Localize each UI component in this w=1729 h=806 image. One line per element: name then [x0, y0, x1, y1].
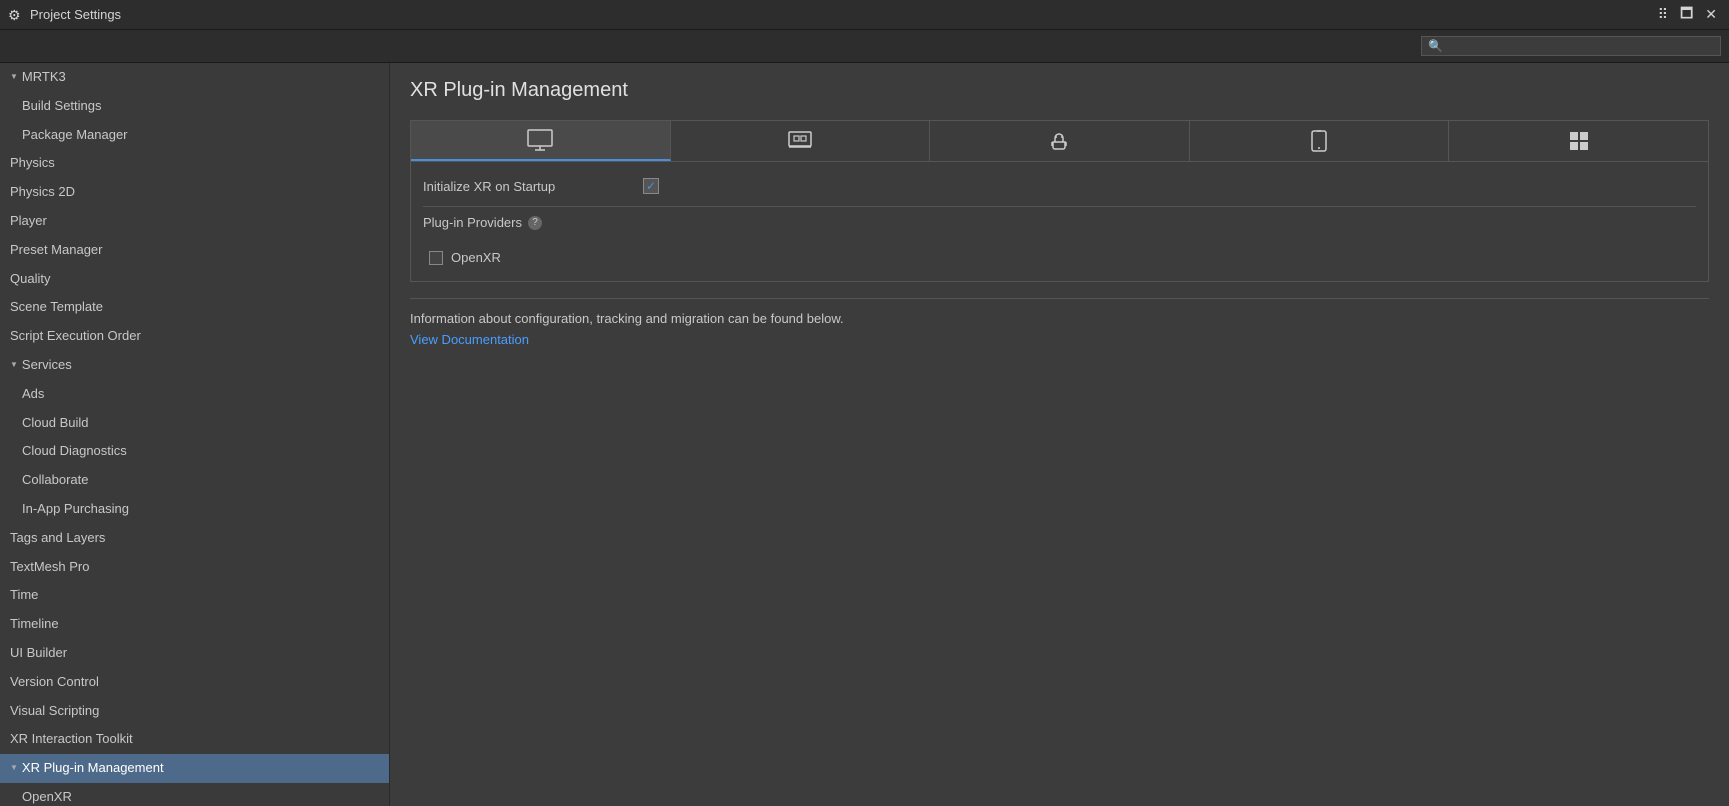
standalone-icon — [786, 130, 814, 152]
menu-btn[interactable]: ⠿ — [1654, 4, 1672, 25]
tab-standalone[interactable] — [671, 121, 931, 161]
sidebar-item-physics[interactable]: Physics — [0, 149, 389, 178]
sidebar-item-in-app-purchasing[interactable]: In-App Purchasing — [0, 495, 389, 524]
gear-icon: ⚙ — [8, 7, 24, 23]
info-text: Information about configuration, trackin… — [410, 311, 1709, 326]
settings-panel: Initialize XR on Startup Plug-in Provide… — [410, 161, 1709, 282]
maximize-btn[interactable]: 🗖 — [1676, 1, 1697, 29]
tab-ios[interactable] — [1190, 121, 1450, 161]
title-bar-controls: ⠿ 🗖 ✕ — [1654, 1, 1721, 29]
sidebar-item-scene-template[interactable]: Scene Template — [0, 293, 389, 322]
sidebar-item-timeline[interactable]: Timeline — [0, 610, 389, 639]
sidebar-item-cloud-diagnostics[interactable]: Cloud Diagnostics — [0, 437, 389, 466]
initialize-xr-row: Initialize XR on Startup — [423, 174, 1696, 198]
sidebar-item-time[interactable]: Time — [0, 581, 389, 610]
search-wrapper: 🔍 — [1421, 36, 1721, 56]
sidebar-item-version-control[interactable]: Version Control — [0, 668, 389, 697]
sidebar-item-textmesh-pro[interactable]: TextMesh Pro — [0, 553, 389, 582]
sidebar-item-package-manager[interactable]: Package Manager — [0, 121, 389, 150]
title-bar-left: ⚙ Project Settings — [8, 7, 121, 23]
search-input[interactable] — [1447, 39, 1714, 53]
tab-desktop[interactable] — [411, 121, 671, 161]
sidebar-item-mrtk3[interactable]: ▼ MRTK3 — [0, 63, 389, 92]
page-title: XR Plug-in Management — [410, 79, 1709, 102]
sidebar-item-visual-scripting[interactable]: Visual Scripting — [0, 697, 389, 726]
sidebar-item-ads[interactable]: Ads — [0, 380, 389, 409]
main-layout: ▼ MRTK3 Build Settings Package Manager P… — [0, 63, 1729, 806]
sidebar: ▼ MRTK3 Build Settings Package Manager P… — [0, 63, 390, 806]
initialize-xr-checkbox[interactable] — [643, 178, 659, 194]
title-bar: ⚙ Project Settings ⠿ 🗖 ✕ — [0, 0, 1729, 30]
sidebar-item-physics-2d[interactable]: Physics 2D — [0, 178, 389, 207]
chevron-down-icon: ▼ — [10, 71, 18, 84]
sidebar-group-label: MRTK3 — [22, 67, 66, 88]
chevron-down-icon-xr: ▼ — [10, 762, 18, 775]
sidebar-services-label: Services — [22, 355, 72, 376]
sidebar-item-player[interactable]: Player — [0, 207, 389, 236]
sidebar-item-ui-builder[interactable]: UI Builder — [0, 639, 389, 668]
sidebar-item-build-settings[interactable]: Build Settings — [0, 92, 389, 121]
openxr-checkbox[interactable] — [429, 251, 443, 265]
help-icon[interactable]: ? — [528, 216, 542, 230]
windows-icon — [1567, 129, 1591, 153]
android-icon — [1047, 129, 1071, 153]
openxr-label: OpenXR — [451, 250, 501, 265]
tab-windows[interactable] — [1449, 121, 1708, 161]
openxr-provider-row: OpenXR — [423, 246, 1696, 269]
ios-icon — [1309, 129, 1329, 153]
view-documentation-link[interactable]: View Documentation — [410, 332, 529, 347]
search-bar: 🔍 — [0, 30, 1729, 63]
sidebar-item-collaborate[interactable]: Collaborate — [0, 466, 389, 495]
desktop-icon — [526, 129, 554, 151]
sidebar-item-script-execution-order[interactable]: Script Execution Order — [0, 322, 389, 351]
plugin-providers-label: Plug-in Providers — [423, 215, 522, 230]
tab-android[interactable] — [930, 121, 1190, 161]
search-icon: 🔍 — [1428, 39, 1443, 53]
sidebar-item-xr-plugin-management[interactable]: ▼ XR Plug-in Management — [0, 754, 389, 783]
chevron-down-icon-services: ▼ — [10, 359, 18, 372]
plugin-providers-header: Plug-in Providers ? — [423, 206, 1696, 238]
info-section: Information about configuration, trackin… — [410, 298, 1709, 359]
sidebar-item-preset-manager[interactable]: Preset Manager — [0, 236, 389, 265]
sidebar-item-services[interactable]: ▼ Services — [0, 351, 389, 380]
sidebar-xr-label: XR Plug-in Management — [22, 758, 164, 779]
content-area: XR Plug-in Management — [390, 63, 1729, 806]
sidebar-item-tags-and-layers[interactable]: Tags and Layers — [0, 524, 389, 553]
sidebar-item-quality[interactable]: Quality — [0, 265, 389, 294]
close-btn[interactable]: ✕ — [1701, 4, 1721, 25]
sidebar-item-cloud-build[interactable]: Cloud Build — [0, 409, 389, 438]
window-title: Project Settings — [30, 7, 121, 22]
sidebar-item-xr-interaction-toolkit[interactable]: XR Interaction Toolkit — [0, 725, 389, 754]
initialize-xr-label: Initialize XR on Startup — [423, 179, 643, 194]
platform-tabs — [410, 120, 1709, 161]
